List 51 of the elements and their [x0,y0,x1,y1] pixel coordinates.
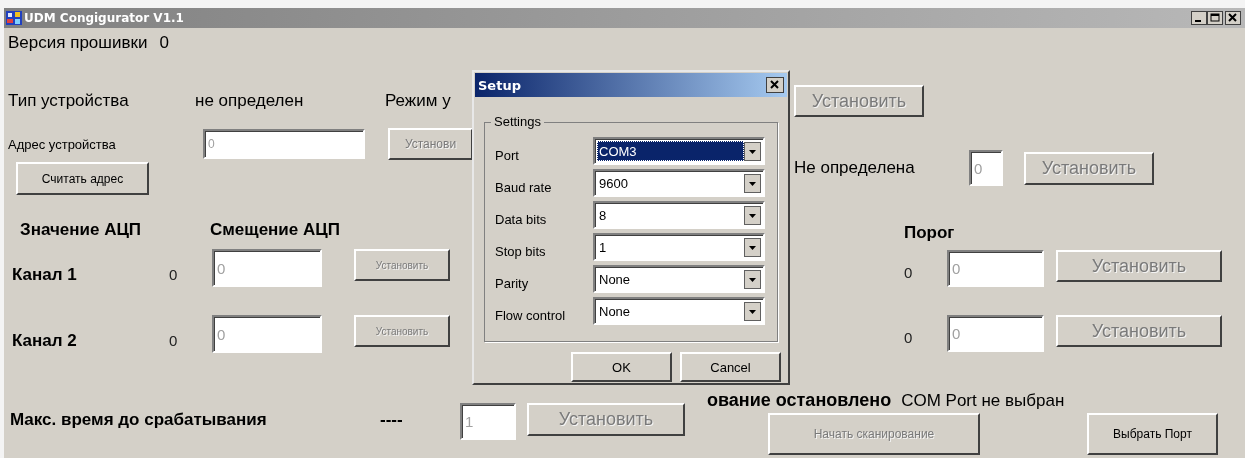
close-icon[interactable] [766,77,784,93]
channel-label: Канал 2 [12,331,78,351]
setting-label: Parity [495,274,530,291]
setting-dropdown[interactable]: None [593,297,765,325]
mode-value: Не определена [794,158,916,178]
setting-label: Baud rate [495,178,553,195]
firmware-label: Версия прошивки [8,33,148,53]
cancel-button[interactable]: Cancel [680,352,781,382]
threshold-title: Порог [904,223,955,243]
device-type-label: Тип устройства [8,91,130,111]
address-field[interactable]: 0 [203,129,365,159]
setting-label: Data bits [495,210,548,227]
address-label: Адрес устройства [8,136,117,152]
setting-dropdown[interactable]: COM3 [593,137,765,165]
threshold-value: 0 [904,264,914,281]
minimize-icon[interactable] [1191,11,1207,25]
port-status: COM Port не выбран [901,390,1065,411]
column-header: Значение АЦП [20,220,143,240]
max-time-value: ---- [380,410,404,430]
scan-status: ование остановлено [707,390,892,411]
window-title: UDM Congigurator V1.1 [24,11,184,25]
threshold-value: 0 [904,329,914,346]
read-address-button[interactable]: Считать адрес [16,162,149,195]
device-type-value: не определен [195,91,305,111]
ok-button[interactable]: OK [571,352,672,382]
firmware-value: 0 [159,33,169,53]
max-time-label: Макс. время до срабатывания [10,410,268,430]
mode-label: Режим у [385,91,451,111]
setting-dropdown[interactable]: None [593,265,765,293]
dialog-title: Setup [478,77,521,93]
select-port-button[interactable]: Выбрать Порт [1087,413,1218,455]
setting-dropdown[interactable]: 1 [593,233,765,261]
setting-label: Port [495,146,520,163]
maximize-icon[interactable] [1207,11,1223,25]
offset-field[interactable]: 0 [212,249,322,287]
adc-value: 0 [168,266,179,283]
setting-label: Flow control [495,306,567,323]
mode-field[interactable]: 0 [969,150,1003,186]
threshold-field[interactable]: 0 [947,250,1044,287]
group-title: Settings [491,114,544,129]
channel-label: Канал 1 [12,265,78,285]
setting-label: Stop bits [495,242,547,259]
app-icon [6,11,22,25]
column-header: Смещение АЦП [210,220,340,240]
threshold-field[interactable]: 0 [947,315,1044,352]
close-icon[interactable] [1225,11,1241,25]
setting-dropdown[interactable]: 8 [593,201,765,229]
offset-field[interactable]: 0 [212,315,322,353]
setting-dropdown[interactable]: 9600 [593,169,765,197]
adc-value: 0 [168,332,179,349]
max-time-field[interactable]: 1 [460,403,516,440]
